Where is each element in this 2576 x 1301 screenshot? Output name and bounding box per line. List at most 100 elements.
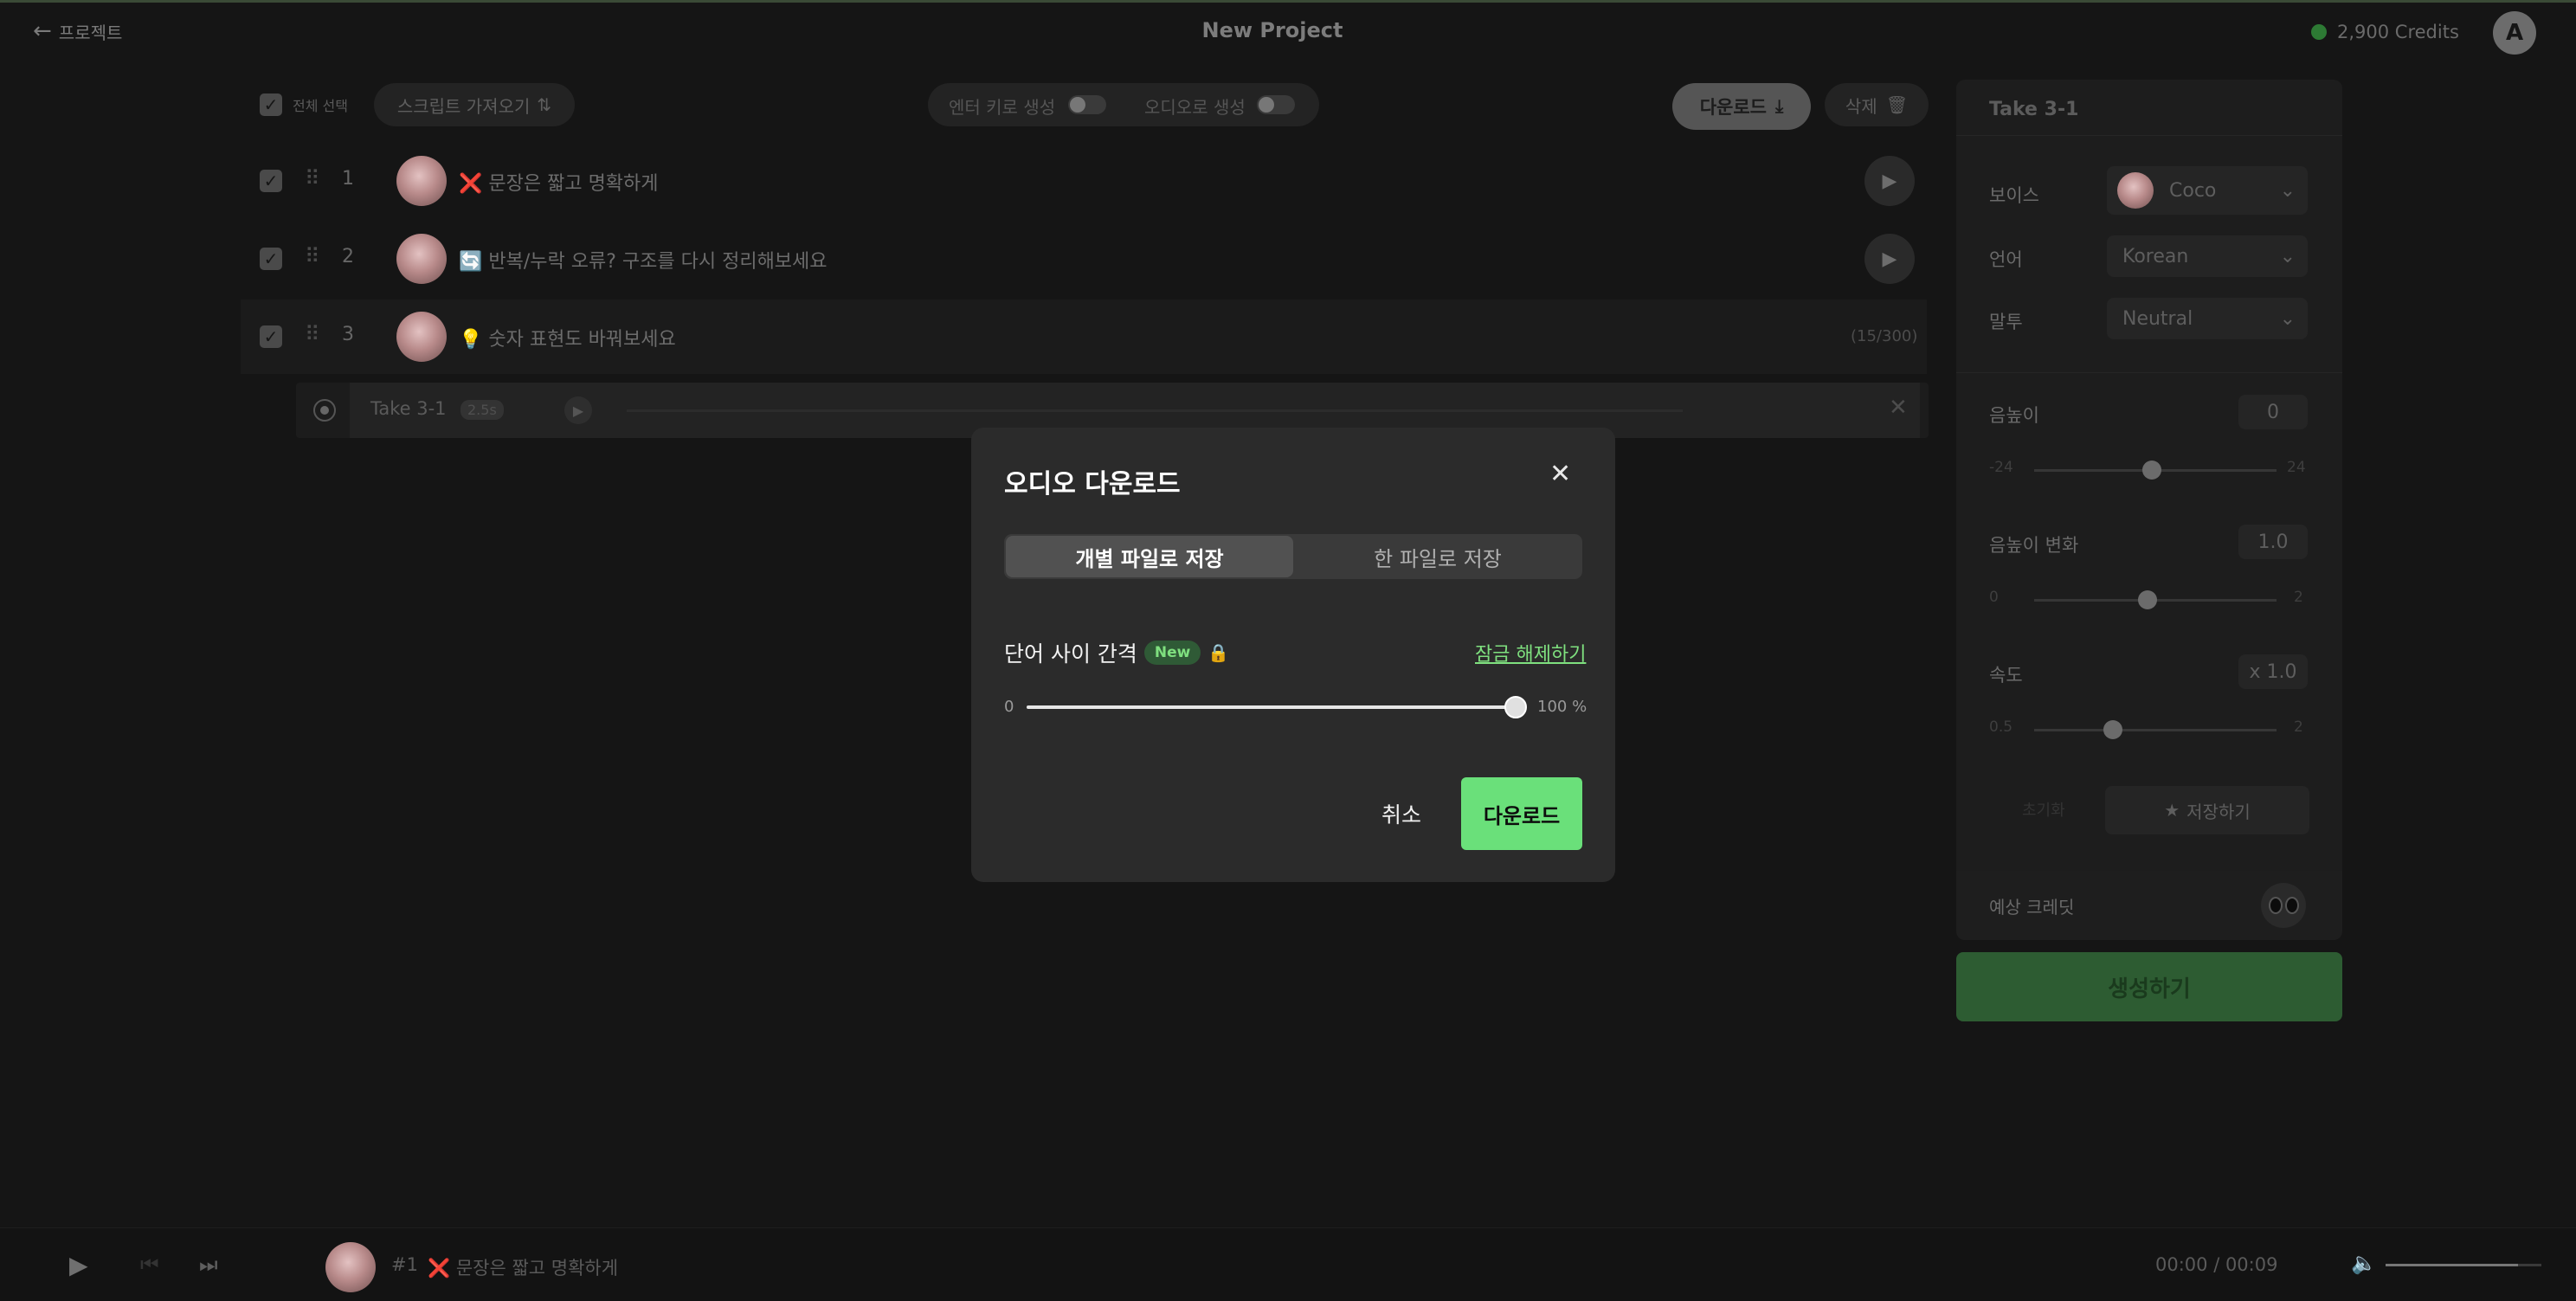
delete-button[interactable]: 삭제 🗑 bbox=[1825, 83, 1929, 126]
star-icon: ★ bbox=[2164, 800, 2180, 821]
row-text[interactable]: 💡 숫자 표현도 바꿔보세요 bbox=[459, 324, 676, 351]
volume-fill bbox=[2386, 1264, 2518, 1266]
settings-panel: Take 3-1 보이스 Coco ⌄ 언어 Korean ⌄ 말투 Neutr… bbox=[1956, 80, 2342, 893]
download-icon: ⤓ bbox=[1774, 95, 1784, 117]
back-button[interactable]: ← 프로젝트 bbox=[33, 18, 122, 44]
voice-avatar bbox=[396, 156, 447, 206]
language-value: Korean bbox=[2122, 245, 2189, 267]
close-take-icon[interactable]: ✕ bbox=[1889, 395, 1908, 421]
pitch-max: 24 bbox=[2287, 459, 2306, 476]
pitch-variation-min: 0 bbox=[1989, 589, 1999, 606]
word-gap-label: 단어 사이 간격 bbox=[1004, 641, 1137, 667]
download-button[interactable]: 다운로드 bbox=[1461, 777, 1582, 850]
delete-label: 삭제 bbox=[1845, 95, 1877, 117]
chevron-down-icon: ⌄ bbox=[2279, 307, 2296, 330]
speed-value: x 1.0 bbox=[2249, 660, 2297, 683]
previous-track-icon[interactable]: ⏮ bbox=[140, 1253, 159, 1277]
eyes-icon[interactable] bbox=[2261, 883, 2306, 928]
save-preset-label: 저장하기 bbox=[2186, 801, 2251, 822]
play-icon[interactable]: ▶ bbox=[69, 1251, 88, 1279]
row-index: 3 bbox=[342, 324, 354, 345]
voice-avatar bbox=[396, 312, 447, 362]
credits-text: 2,900 Credits bbox=[2337, 22, 2459, 42]
row-play-button[interactable]: ▶ bbox=[1864, 156, 1915, 206]
voice-select[interactable]: Coco ⌄ bbox=[2107, 166, 2308, 215]
lock-icon: 🔒 bbox=[1208, 642, 1230, 663]
row-checkbox[interactable]: ✓ bbox=[260, 325, 282, 348]
speed-slider[interactable] bbox=[2034, 729, 2277, 731]
generation-toggles: 엔터 키로 생성 오디오로 생성 bbox=[928, 83, 1319, 126]
modal-title: 오디오 다운로드 bbox=[1004, 469, 1181, 499]
word-gap-slider[interactable] bbox=[1027, 705, 1517, 709]
language-select[interactable]: Korean ⌄ bbox=[2107, 235, 2308, 277]
row-text[interactable]: 🔄 반복/누락 오류? 구조를 다시 정리해보세요 bbox=[459, 246, 828, 274]
take-label: Take 3-1 bbox=[370, 398, 447, 419]
script-row[interactable]: ✓ ⠿ 1 ❌ 문장은 짧고 명확하게 ▶ bbox=[241, 144, 1927, 218]
select-all-label: 전체 선택 bbox=[293, 98, 348, 114]
speed-max: 2 bbox=[2294, 718, 2303, 736]
drag-handle-icon[interactable]: ⠿ bbox=[305, 166, 320, 190]
import-script-button[interactable]: 스크립트 가져오기 ⇅ bbox=[374, 83, 575, 126]
pitch-min: -24 bbox=[1989, 459, 2013, 476]
user-avatar[interactable]: A bbox=[2493, 11, 2536, 55]
take-play-button[interactable]: ▶ bbox=[564, 396, 592, 424]
chevron-down-icon: ⌄ bbox=[2279, 245, 2296, 267]
credits-display: 2,900 Credits bbox=[2311, 22, 2459, 42]
tab-single-file[interactable]: 한 파일로 저장 bbox=[1295, 536, 1581, 577]
pitch-variation-field[interactable]: 1.0 bbox=[2238, 525, 2308, 559]
row-checkbox[interactable]: ✓ bbox=[260, 170, 282, 192]
enter-generate-toggle[interactable] bbox=[1068, 95, 1106, 114]
speed-value-field[interactable]: x 1.0 bbox=[2238, 654, 2308, 689]
next-track-icon[interactable]: ⏭ bbox=[199, 1253, 218, 1277]
speed-slider-knob[interactable] bbox=[2103, 720, 2122, 739]
download-toolbar-button[interactable]: 다운로드 ⤓ bbox=[1672, 83, 1811, 130]
pitch-slider-knob[interactable] bbox=[2142, 461, 2161, 480]
save-preset-button[interactable]: ★ 저장하기 bbox=[2105, 786, 2309, 834]
track-index: #1 bbox=[391, 1254, 418, 1275]
unlock-link[interactable]: 잠금 해제하기 bbox=[1475, 639, 1586, 667]
back-label: 프로젝트 bbox=[58, 22, 123, 43]
close-icon[interactable]: ✕ bbox=[1549, 459, 1571, 489]
avatar-initial: A bbox=[2505, 20, 2524, 46]
pitch-variation-knob[interactable] bbox=[2138, 590, 2157, 609]
select-all-checkbox[interactable]: ✓ bbox=[260, 93, 282, 116]
generate-button[interactable]: 생성하기 bbox=[1956, 952, 2342, 1021]
drag-handle-icon[interactable]: ⠿ bbox=[305, 244, 320, 268]
speed-min: 0.5 bbox=[1989, 718, 2013, 736]
reset-button[interactable]: 초기화 bbox=[2022, 798, 2065, 821]
language-label: 언어 bbox=[1989, 249, 2023, 270]
drag-handle-icon[interactable]: ⠿ bbox=[305, 322, 320, 346]
pitch-value: 0 bbox=[2267, 401, 2279, 423]
tab-individual-files[interactable]: 개별 파일로 저장 bbox=[1006, 536, 1293, 577]
voice-value: Coco bbox=[2169, 179, 2217, 202]
script-row-selected[interactable]: ✓ ⠿ 3 💡 숫자 표현도 바꿔보세요 (15/300) bbox=[241, 299, 1927, 374]
status-dot-icon bbox=[2311, 24, 2327, 40]
script-row[interactable]: ✓ ⠿ 2 🔄 반복/누락 오류? 구조를 다시 정리해보세요 ▶ bbox=[241, 222, 1927, 296]
tone-label: 말투 bbox=[1989, 312, 2023, 332]
voice-label: 보이스 bbox=[1989, 185, 2039, 206]
row-play-button[interactable]: ▶ bbox=[1864, 234, 1915, 284]
slider-min-label: 0 bbox=[1004, 698, 1014, 716]
volume-icon[interactable]: 🔈 bbox=[2351, 1251, 2377, 1275]
take-duration-badge: 2.5s bbox=[460, 400, 504, 420]
import-script-label: 스크립트 가져오기 bbox=[396, 95, 531, 117]
time-display: 00:00 / 00:09 bbox=[2155, 1254, 2278, 1275]
select-all[interactable]: ✓ 전체 선택 bbox=[260, 93, 348, 116]
bottom-player: ▶ ⏮ ⏭ #1 ❌ 문장은 짧고 명확하게 00:00 / 00:09 🔈 bbox=[0, 1227, 2576, 1301]
take-radio[interactable] bbox=[313, 399, 336, 422]
row-text[interactable]: ❌ 문장은 짧고 명확하게 bbox=[459, 168, 659, 196]
cancel-button[interactable]: 취소 bbox=[1381, 798, 1421, 829]
tone-select[interactable]: Neutral ⌄ bbox=[2107, 298, 2308, 339]
enter-generate-label: 엔터 키로 생성 bbox=[949, 97, 1056, 118]
pitch-value-field[interactable]: 0 bbox=[2238, 395, 2308, 429]
row-index: 2 bbox=[342, 246, 354, 267]
word-gap-row: 단어 사이 간격 New 🔒 bbox=[1004, 637, 1229, 668]
volume-slider[interactable] bbox=[2386, 1264, 2541, 1266]
save-mode-segmented-control: 개별 파일로 저장 한 파일로 저장 bbox=[1004, 534, 1582, 579]
audio-generate-toggle[interactable] bbox=[1257, 95, 1295, 114]
generate-label: 생성하기 bbox=[2108, 976, 2191, 1002]
trash-icon: 🗑 bbox=[1885, 94, 1909, 115]
word-gap-slider-knob[interactable] bbox=[1504, 696, 1527, 718]
panel-title: Take 3-1 bbox=[1989, 99, 2079, 120]
row-checkbox[interactable]: ✓ bbox=[260, 248, 282, 270]
